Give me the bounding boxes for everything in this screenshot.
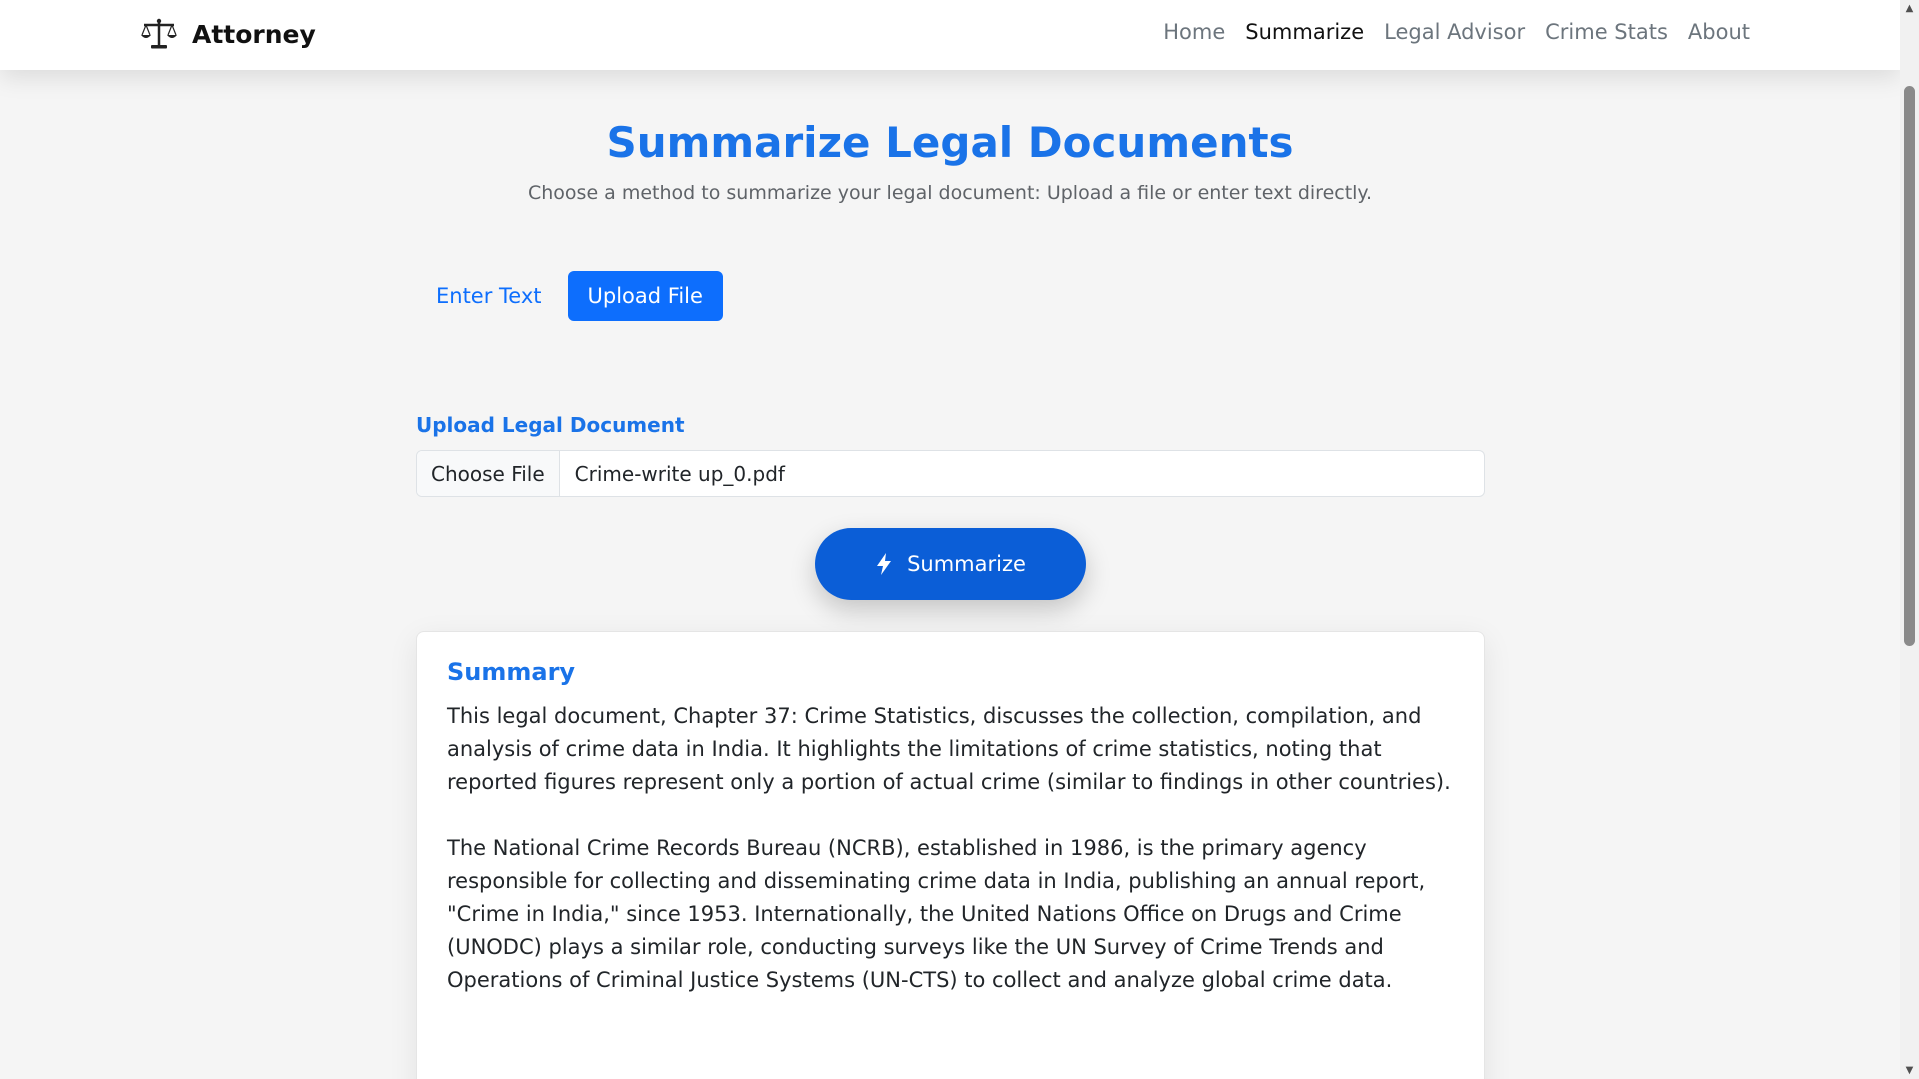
nav-summarize[interactable]: Summarize	[1245, 20, 1364, 44]
nav-home[interactable]: Home	[1163, 20, 1225, 44]
scroll-up-arrow-icon[interactable]: ▲	[1900, 0, 1919, 17]
file-input[interactable]: Choose File Crime-write up_0.pdf	[416, 450, 1485, 497]
nav-legal-advisor[interactable]: Legal Advisor	[1384, 20, 1525, 44]
brand-link[interactable]: Attorney	[140, 17, 316, 51]
upload-label: Upload Legal Document	[416, 413, 685, 437]
scrollbar-thumb[interactable]	[1904, 86, 1915, 646]
page-title: Summarize Legal Documents	[606, 118, 1294, 167]
summarize-button[interactable]: Summarize	[815, 528, 1086, 600]
summary-card: Summary This legal document, Chapter 37:…	[416, 631, 1485, 1079]
brand-name: Attorney	[192, 19, 316, 49]
selected-file-name: Crime-write up_0.pdf	[574, 461, 785, 486]
summary-title: Summary	[447, 658, 576, 686]
navbar: Attorney Home Summarize Legal Advisor Cr…	[0, 0, 1900, 70]
page-scrollbar[interactable]: ▲ ▼	[1900, 0, 1919, 1079]
page: Attorney Home Summarize Legal Advisor Cr…	[0, 0, 1919, 1079]
tab-upload-file[interactable]: Upload File	[567, 271, 723, 321]
summarize-button-label: Summarize	[907, 552, 1026, 576]
nav-about[interactable]: About	[1688, 20, 1750, 44]
scroll-down-arrow-icon[interactable]: ▼	[1900, 1062, 1919, 1079]
lightning-bolt-icon	[877, 553, 892, 575]
tab-enter-text[interactable]: Enter Text	[416, 271, 562, 321]
input-method-tabs: Enter Text Upload File	[416, 271, 723, 321]
page-subtitle: Choose a method to summarize your legal …	[527, 182, 1373, 204]
nav-crime-stats[interactable]: Crime Stats	[1545, 20, 1668, 44]
summary-paragraph: The National Crime Records Bureau (NCRB)…	[447, 836, 1426, 992]
choose-file-button[interactable]: Choose File	[417, 451, 560, 496]
nav-links: Home Summarize Legal Advisor Crime Stats…	[1163, 20, 1750, 44]
scales-of-justice-icon	[141, 18, 177, 49]
summary-paragraph: This legal document, Chapter 37: Crime S…	[447, 704, 1451, 794]
